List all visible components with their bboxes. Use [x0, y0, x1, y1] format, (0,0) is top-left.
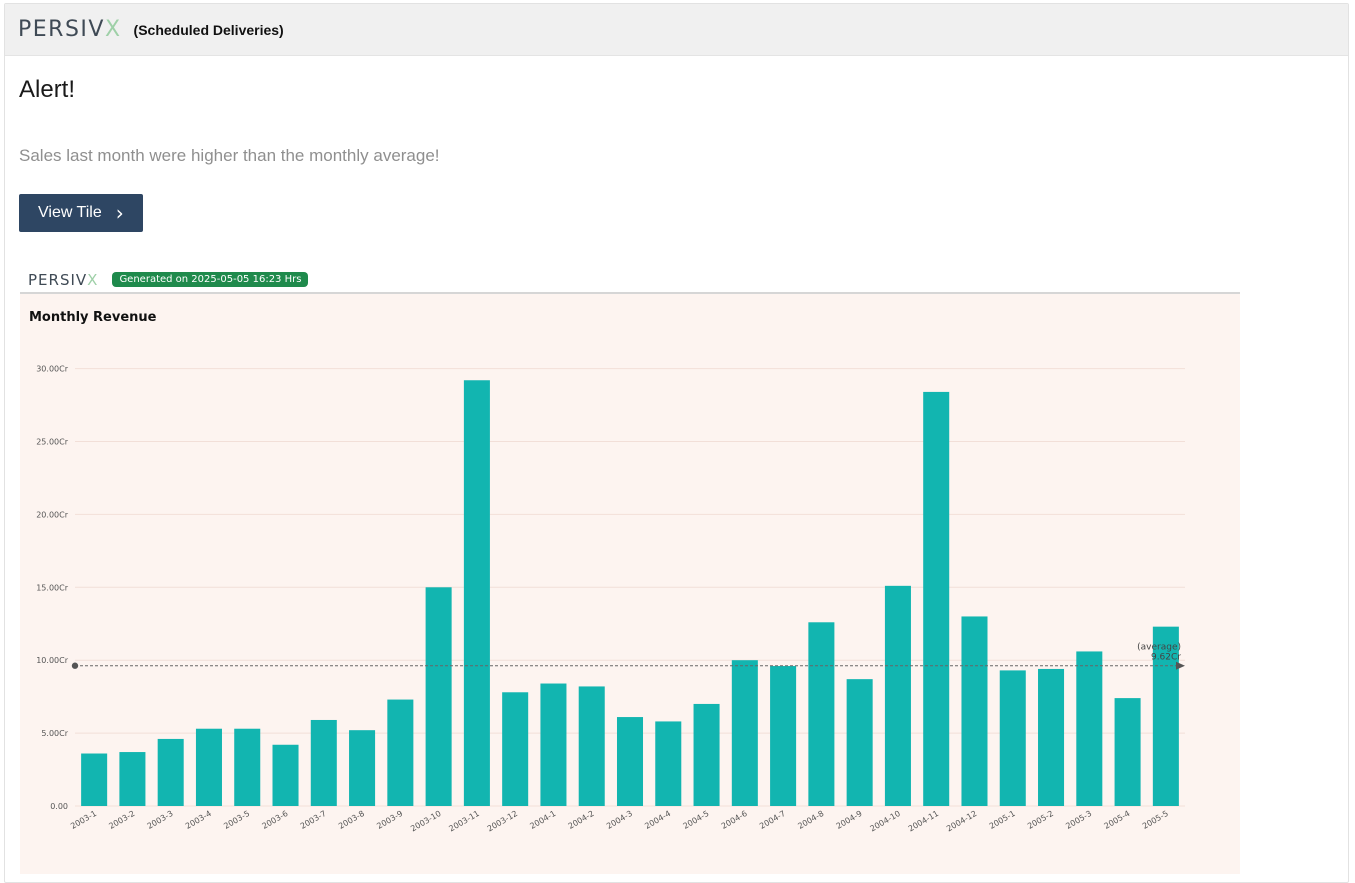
- monthly-revenue-chart: 0.00 5.00Cr 10.00Cr 15.00Cr 20.00Cr 25.00Cr 30…: [36, 365, 1185, 834]
- bar: [463, 380, 490, 806]
- y-tick-label: 30.00Cr: [36, 365, 68, 374]
- chevron-right-icon: ›: [115, 201, 124, 225]
- delivery-frame: PERSIV X (Scheduled Deliveries) Alert! Sa…: [4, 3, 1349, 883]
- chart-panel: Monthly Revenue 0.00 5.00Cr 10.00Cr 15.00Cr…: [20, 294, 1240, 874]
- bar: [425, 587, 452, 806]
- bar: [310, 719, 337, 806]
- x-tick-label: 2005-3: [1064, 809, 1093, 831]
- alert-content: Alert! Sales last month were higher than…: [5, 56, 1348, 250]
- bar: [884, 585, 911, 806]
- bar: [923, 391, 950, 806]
- x-tick-label: 2004-4: [643, 809, 672, 831]
- x-tick-label: 2005-1: [988, 809, 1017, 831]
- x-tick-label: 2003-7: [299, 809, 328, 831]
- bar: [349, 730, 376, 806]
- bar: [846, 679, 873, 806]
- x-tick-label: 2003-2: [107, 809, 136, 831]
- bar: [502, 692, 529, 806]
- x-tick-label: 2003-1: [69, 809, 98, 831]
- top-bar: PERSIV X (Scheduled Deliveries): [5, 4, 1348, 56]
- x-tick-label: 2004-3: [605, 809, 634, 831]
- bar: [1038, 668, 1065, 806]
- bar: [616, 717, 644, 806]
- bar: [81, 753, 108, 806]
- x-tick-label: 2005-4: [1103, 809, 1132, 831]
- alert-title: Alert!: [19, 76, 76, 103]
- bar: [808, 622, 835, 806]
- bar: [272, 744, 299, 806]
- bar: [1114, 698, 1141, 806]
- x-tick-label: 2005-2: [1026, 809, 1055, 831]
- average-line-start-dot: [71, 662, 79, 669]
- bar: [578, 686, 605, 806]
- view-tile-label: View Tile: [38, 204, 102, 221]
- x-tick-label: 2004-9: [835, 809, 864, 831]
- y-tick-label: 5.00Cr: [41, 729, 68, 738]
- report-header: PERSIV X Generated on 2025-05-05 16:23 Hr…: [20, 267, 1240, 294]
- average-value-label: 9.62Cr: [1151, 653, 1181, 663]
- x-tick-label: 2003-4: [184, 809, 213, 831]
- average-label: (average): [1137, 643, 1181, 653]
- y-tick-label: 10.00Cr: [36, 656, 68, 665]
- x-tick-label: 2004-11: [907, 809, 940, 834]
- bar: [119, 752, 146, 806]
- x-tick-label: 2003-8: [337, 809, 366, 831]
- x-tick-label: 2003-6: [260, 809, 289, 831]
- x-tick-label: 2005-5: [1141, 809, 1170, 831]
- bar: [195, 728, 222, 806]
- x-tick-label: 2004-8: [796, 809, 825, 831]
- x-tick-label: 2004-5: [682, 809, 711, 831]
- x-tick-label: 2004-10: [868, 809, 901, 834]
- bar: [234, 728, 261, 806]
- average-line-arrow: [1176, 661, 1185, 670]
- persivx-logo-small: PERSIV X: [28, 270, 99, 289]
- x-tick-label: 2003-5: [222, 809, 251, 831]
- report-snapshot: PERSIV X Generated on 2025-05-05 16:23 Hr…: [20, 267, 1240, 874]
- x-tick-label: 2004-12: [945, 809, 978, 834]
- bar: [157, 738, 184, 806]
- y-tick-label: 20.00Cr: [36, 510, 68, 519]
- y-tick-label: 25.00Cr: [36, 437, 68, 446]
- view-tile-button[interactable]: View Tile ›: [19, 194, 143, 232]
- x-tick-label: 2004-1: [528, 809, 557, 831]
- persivx-logo: PERSIV X: [18, 17, 122, 42]
- x-tick-label: 2003-9: [375, 809, 404, 831]
- x-tick-label: 2003-3: [146, 809, 175, 831]
- bar: [731, 660, 758, 806]
- y-tick-label: 15.00Cr: [36, 583, 68, 592]
- bar: [693, 703, 720, 806]
- y-tick-label: 0.00: [50, 802, 68, 811]
- x-tick-label: 2003-11: [447, 809, 480, 834]
- bar: [655, 721, 682, 806]
- bar: [540, 683, 567, 806]
- bar: [1076, 651, 1103, 806]
- bar: [961, 616, 988, 806]
- bar: [999, 670, 1026, 806]
- x-tick-label: 2004-2: [567, 809, 596, 831]
- page-subtitle: (Scheduled Deliveries): [133, 21, 284, 38]
- generated-badge: Generated on 2025-05-05 16:23 Hrs: [112, 272, 309, 287]
- bar: [387, 699, 414, 806]
- x-tick-label: 2004-7: [758, 809, 787, 831]
- alert-message: Sales last month were higher than the mo…: [19, 146, 440, 165]
- x-tick-label: 2003-10: [409, 809, 442, 834]
- bar: [770, 666, 797, 806]
- x-tick-label: 2004-6: [720, 809, 749, 831]
- x-tick-label: 2003-12: [486, 809, 519, 834]
